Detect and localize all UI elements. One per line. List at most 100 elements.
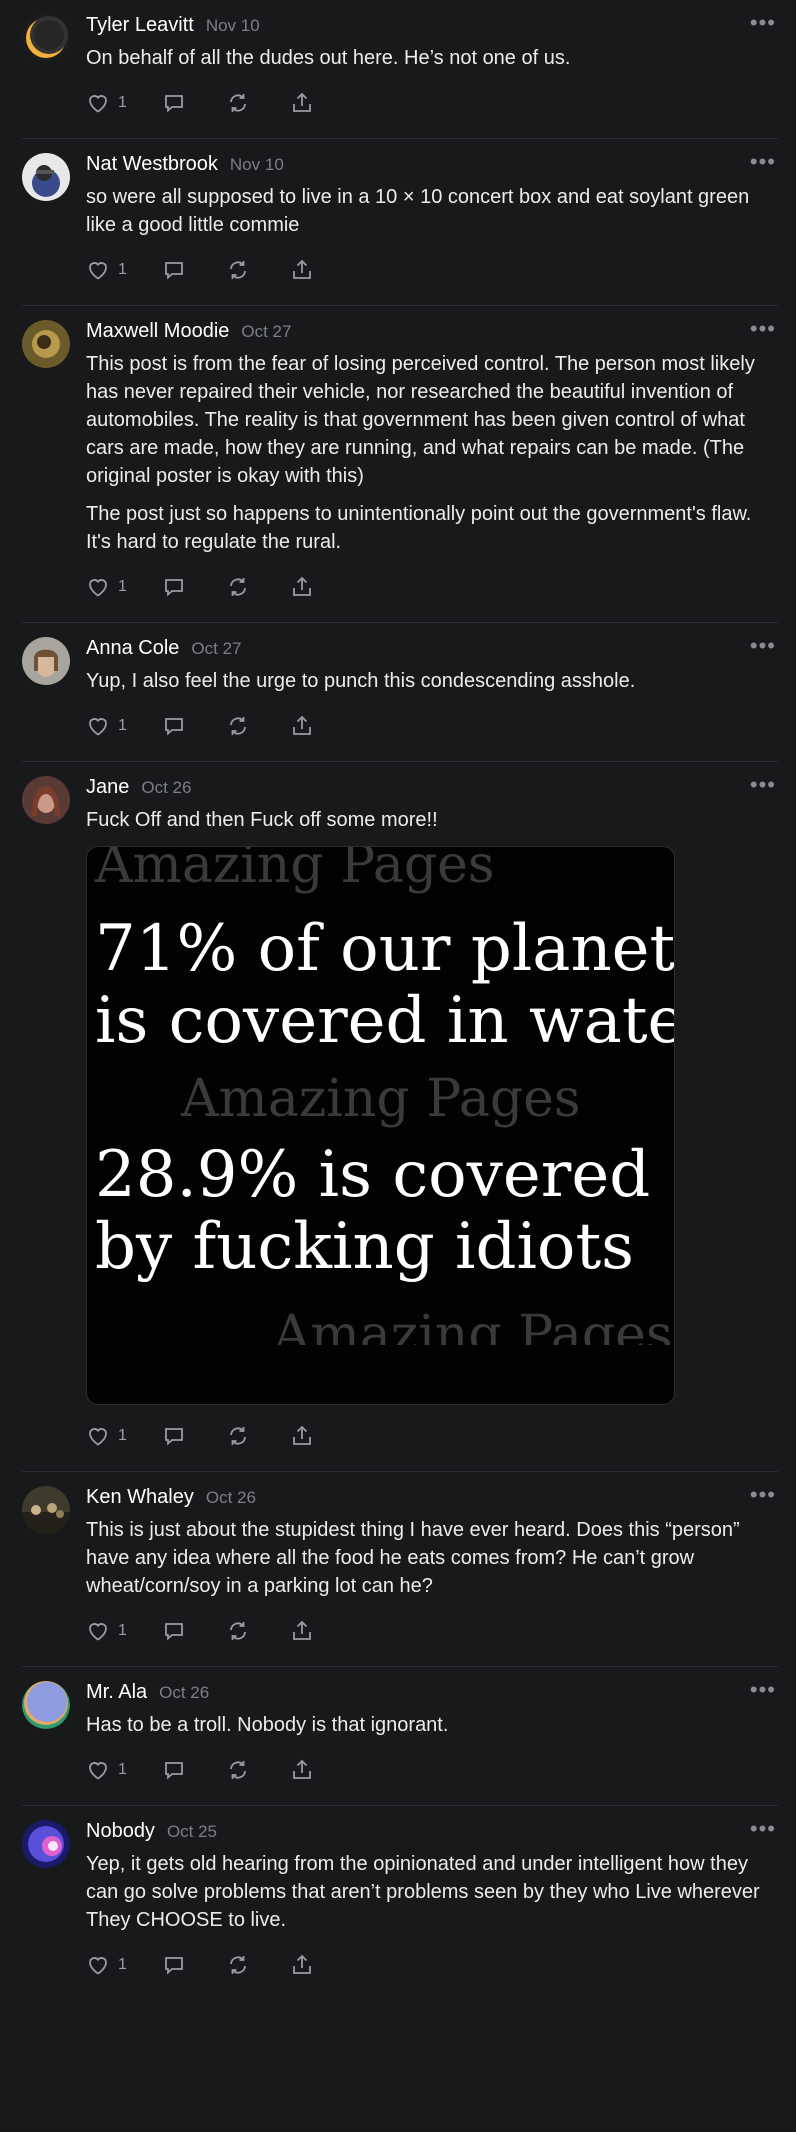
share-icon	[293, 1425, 311, 1445]
author-name[interactable]: Jane	[86, 776, 129, 799]
author-name[interactable]: Nat Westbrook	[86, 153, 218, 176]
post-date[interactable]: Nov 10	[206, 16, 260, 36]
share-button[interactable]	[290, 91, 314, 115]
reply-button[interactable]	[162, 1953, 226, 1977]
comment: Mr. Ala Oct 26 ••• Has to be a troll. Nob…	[22, 1667, 778, 1806]
share-button[interactable]	[290, 714, 314, 738]
repost-icon	[230, 1761, 246, 1779]
more-icon[interactable]: •••	[750, 318, 776, 340]
post-date[interactable]: Oct 26	[206, 1488, 256, 1508]
like-button[interactable]: 1	[86, 575, 162, 599]
repost-icon	[230, 261, 246, 279]
reply-icon	[165, 718, 183, 736]
like-button[interactable]: 1	[86, 1758, 162, 1782]
attached-image[interactable]: Amazing Pages 71% of our planet is cover…	[86, 846, 675, 1405]
post-date[interactable]: Oct 26	[159, 1683, 209, 1703]
action-bar: 1	[86, 257, 778, 283]
share-icon	[293, 1759, 311, 1779]
repost-button[interactable]	[226, 714, 290, 738]
more-icon[interactable]: •••	[750, 1484, 776, 1506]
post-date[interactable]: Nov 10	[230, 155, 284, 175]
repost-icon	[230, 1622, 246, 1640]
like-count: 1	[118, 94, 127, 111]
avatar[interactable]	[22, 1820, 70, 1868]
heart-icon	[89, 262, 107, 280]
action-bar: 1	[86, 713, 778, 739]
reply-button[interactable]	[162, 91, 226, 115]
post-date[interactable]: Oct 26	[141, 778, 191, 798]
action-bar: 1	[86, 1952, 778, 1978]
reply-button[interactable]	[162, 1619, 226, 1643]
avatar[interactable]	[22, 320, 70, 368]
more-icon[interactable]: •••	[750, 774, 776, 796]
repost-button[interactable]	[226, 575, 290, 599]
share-button[interactable]	[290, 1619, 314, 1643]
like-count: 1	[118, 717, 127, 734]
author-name[interactable]: Nobody	[86, 1820, 155, 1843]
comment: Tyler Leavitt Nov 10 ••• On behalf of all…	[22, 0, 778, 139]
comment-text: The post just so happens to unintentiona…	[86, 503, 752, 553]
repost-button[interactable]	[226, 258, 290, 282]
share-button[interactable]	[290, 575, 314, 599]
like-button[interactable]: 1	[86, 1619, 162, 1643]
comment-text: On behalf of all the dudes out here. He’…	[86, 47, 571, 69]
image-text: 28.9% is covered	[95, 1138, 651, 1212]
share-button[interactable]	[290, 258, 314, 282]
like-count: 1	[118, 1761, 127, 1778]
like-button[interactable]: 1	[86, 258, 162, 282]
more-icon[interactable]: •••	[750, 1679, 776, 1701]
like-button[interactable]: 1	[86, 91, 162, 115]
like-button[interactable]: 1	[86, 714, 162, 738]
author-name[interactable]: Maxwell Moodie	[86, 320, 229, 343]
reply-button[interactable]	[162, 1424, 226, 1448]
more-icon[interactable]: •••	[750, 635, 776, 657]
repost-button[interactable]	[226, 1424, 290, 1448]
share-button[interactable]	[290, 1758, 314, 1782]
comment-text: so were all supposed to live in a 10 × 1…	[86, 186, 750, 236]
repost-button[interactable]	[226, 1619, 290, 1643]
avatar[interactable]	[22, 1486, 70, 1534]
image-text: by fucking idiots	[95, 1210, 634, 1284]
post-date[interactable]: Oct 25	[167, 1822, 217, 1842]
share-icon	[293, 576, 311, 596]
repost-button[interactable]	[226, 1758, 290, 1782]
share-icon	[293, 715, 311, 735]
heart-icon	[89, 1623, 107, 1641]
like-button[interactable]: 1	[86, 1953, 162, 1977]
repost-button[interactable]	[226, 1953, 290, 1977]
author-name[interactable]: Anna Cole	[86, 637, 179, 660]
share-button[interactable]	[290, 1953, 314, 1977]
action-bar: 1	[86, 1757, 778, 1783]
author-name[interactable]: Ken Whaley	[86, 1486, 194, 1509]
reply-icon	[165, 262, 183, 280]
repost-icon	[230, 717, 246, 735]
avatar[interactable]	[22, 1681, 70, 1729]
post-date[interactable]: Oct 27	[191, 639, 241, 659]
comment: Maxwell Moodie Oct 27 ••• This post is fr…	[22, 306, 778, 623]
avatar[interactable]	[22, 776, 70, 824]
reply-button[interactable]	[162, 1758, 226, 1782]
share-button[interactable]	[290, 1424, 314, 1448]
image-watermark: Amazing Pages	[273, 1305, 673, 1345]
image-watermark: Amazing Pages	[95, 846, 495, 895]
share-icon	[293, 1620, 311, 1640]
repost-button[interactable]	[226, 91, 290, 115]
reply-button[interactable]	[162, 258, 226, 282]
avatar[interactable]	[22, 637, 70, 685]
heart-icon	[89, 95, 107, 113]
post-date[interactable]: Oct 27	[241, 322, 291, 342]
avatar[interactable]	[22, 153, 70, 201]
like-count: 1	[118, 1956, 127, 1973]
action-bar: 1	[86, 1618, 778, 1644]
more-icon[interactable]: •••	[750, 1818, 776, 1840]
heart-icon	[89, 1428, 107, 1446]
more-icon[interactable]: •••	[750, 151, 776, 173]
avatar[interactable]	[22, 14, 70, 62]
like-button[interactable]: 1	[86, 1424, 162, 1448]
reply-button[interactable]	[162, 575, 226, 599]
author-name[interactable]: Mr. Ala	[86, 1681, 147, 1704]
more-icon[interactable]: •••	[750, 12, 776, 34]
author-name[interactable]: Tyler Leavitt	[86, 14, 194, 37]
image-watermark: Amazing Pages	[181, 1069, 581, 1129]
reply-button[interactable]	[162, 714, 226, 738]
